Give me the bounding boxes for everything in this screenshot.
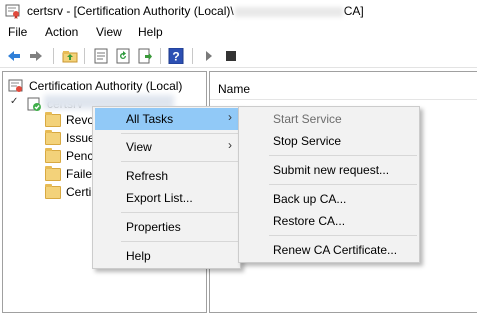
- tree-node-failed[interactable]: Faile: [45, 165, 95, 183]
- chevron-right-icon: ›: [228, 110, 232, 124]
- tree-node-certificate-templates[interactable]: Certi: [45, 183, 95, 201]
- menu-separator: [121, 212, 238, 213]
- menu-item-all-tasks[interactable]: All Tasks ›: [95, 108, 240, 130]
- menu-separator: [269, 155, 417, 156]
- toolbar-separator: [53, 48, 54, 64]
- column-name-header[interactable]: Name: [218, 82, 250, 96]
- menu-item-export-list[interactable]: Export List...: [95, 187, 240, 209]
- ca-server-icon: [27, 97, 41, 111]
- tree-node-label: Certi: [66, 185, 92, 199]
- menu-action[interactable]: Action: [45, 25, 78, 39]
- stop-icon[interactable]: [223, 48, 239, 64]
- menu-item-view[interactable]: View ›: [95, 136, 240, 158]
- window-title-suffix: CA]: [343, 4, 364, 18]
- menu-separator: [121, 133, 238, 134]
- menu-item-refresh[interactable]: Refresh: [95, 165, 240, 187]
- tree-node-label: Issue: [66, 131, 95, 145]
- forward-arrow-icon[interactable]: [28, 48, 44, 64]
- folder-icon: [45, 184, 61, 199]
- menu-item-help[interactable]: Help: [95, 245, 240, 267]
- up-folder-icon[interactable]: [62, 48, 78, 64]
- tree-root-label: Certification Authority (Local): [29, 79, 183, 93]
- tree-node-revoked[interactable]: Revo: [45, 111, 95, 129]
- menu-item-label: Submit new request...: [273, 163, 390, 177]
- menu-item-back-up-ca[interactable]: Back up CA...: [241, 188, 419, 210]
- menu-item-label: Refresh: [126, 169, 169, 183]
- svg-text:?: ?: [172, 50, 179, 64]
- folder-icon: [45, 166, 61, 181]
- menu-file[interactable]: File: [8, 25, 27, 39]
- folder-icon: [45, 130, 61, 145]
- tree-node-label: Penc: [66, 149, 94, 163]
- menu-bar: File Action View Help: [0, 22, 477, 42]
- menu-item-label: Properties: [126, 220, 181, 234]
- toolbar-separator: [192, 48, 193, 64]
- folder-icon: [45, 148, 61, 163]
- redacted-ca-name: [234, 6, 343, 17]
- chevron-down-icon[interactable]: ✓: [10, 96, 18, 107]
- menu-item-label: Renew CA Certificate...: [273, 243, 398, 257]
- window-title: certsrv - [Certification Authority (Loca…: [27, 4, 364, 18]
- list-column-header[interactable]: Name: [210, 72, 477, 100]
- menu-item-start-service: Start Service: [241, 108, 419, 130]
- menu-separator: [121, 161, 238, 162]
- menu-item-label: View: [126, 140, 152, 154]
- window-title-prefix: certsrv - [Certification Authority (Loca…: [27, 4, 234, 18]
- menu-item-label: Export List...: [126, 191, 193, 205]
- certificate-app-icon: [5, 4, 20, 19]
- all-tasks-submenu: Start Service Stop Service Submit new re…: [238, 106, 420, 263]
- menu-item-label: Back up CA...: [273, 192, 347, 206]
- menu-item-properties[interactable]: Properties: [95, 216, 240, 238]
- context-menu: All Tasks › View › Refresh Export List..…: [92, 106, 241, 269]
- menu-item-restore-ca[interactable]: Restore CA...: [241, 210, 419, 232]
- menu-separator: [269, 235, 417, 236]
- menu-separator: [121, 241, 238, 242]
- toolbar: ?: [0, 44, 477, 68]
- tree-root-node[interactable]: Certification Authority (Local): [8, 77, 198, 95]
- menu-view[interactable]: View: [96, 25, 122, 39]
- menu-item-label: Help: [126, 249, 151, 263]
- back-arrow-icon[interactable]: [6, 48, 22, 64]
- menu-help[interactable]: Help: [138, 25, 163, 39]
- tree-node-label: Faile: [66, 167, 93, 181]
- title-bar: certsrv - [Certification Authority (Loca…: [0, 0, 477, 22]
- help-icon[interactable]: ?: [168, 48, 184, 64]
- menu-item-submit-new-request[interactable]: Submit new request...: [241, 159, 419, 181]
- tree-node-pending[interactable]: Penc: [45, 147, 95, 165]
- toolbar-separator: [84, 48, 85, 64]
- properties-icon[interactable]: [93, 48, 109, 64]
- menu-item-stop-service[interactable]: Stop Service: [241, 130, 419, 152]
- menu-item-label: Stop Service: [273, 134, 342, 148]
- certificate-authority-icon: [8, 79, 23, 92]
- menu-item-renew-ca-certificate[interactable]: Renew CA Certificate...: [241, 239, 419, 261]
- play-icon[interactable]: [201, 48, 217, 64]
- menu-item-label: Start Service: [273, 112, 342, 126]
- folder-icon: [45, 112, 61, 127]
- chevron-right-icon: ›: [228, 138, 232, 152]
- tree-node-issued[interactable]: Issue: [45, 129, 95, 147]
- refresh-icon[interactable]: [115, 48, 131, 64]
- menu-item-label: Restore CA...: [273, 214, 346, 228]
- tree-node-label: Revo: [66, 113, 95, 127]
- export-icon[interactable]: [137, 48, 153, 64]
- menu-separator: [269, 184, 417, 185]
- toolbar-separator: [160, 48, 161, 64]
- menu-item-label: All Tasks: [126, 112, 174, 126]
